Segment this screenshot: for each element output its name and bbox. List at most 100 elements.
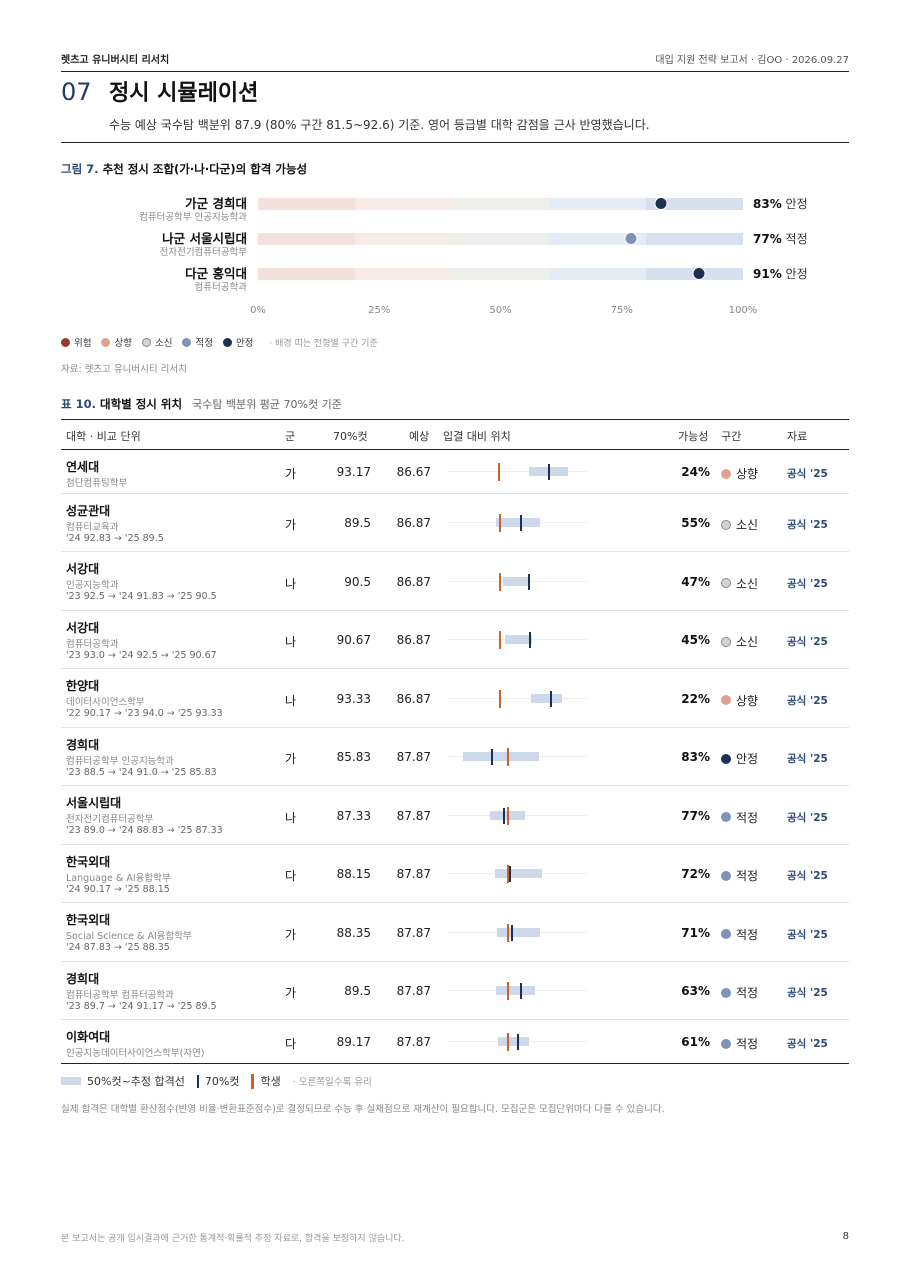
position-baseline: [447, 697, 587, 699]
axis-tick-label: 75%: [610, 305, 633, 316]
cut70-cell: 87.33: [336, 808, 371, 823]
dept-name: 인공지능학과: [66, 580, 119, 591]
cut70-marker: [491, 749, 494, 765]
chance-cell: 55%: [681, 516, 710, 530]
combo-track: [258, 267, 743, 280]
zone-cell: 적정: [721, 809, 758, 826]
cut70-cell: 90.67: [336, 633, 371, 647]
range-band: [498, 1037, 530, 1046]
chance-cell: 47%: [681, 574, 710, 589]
range-band: [531, 693, 563, 703]
table-title-text: 대학별 정시 위치: [99, 397, 183, 411]
source-cell: 공식 '25: [787, 987, 828, 999]
chance-cell: 83%: [681, 750, 710, 764]
zone-band: [258, 198, 355, 210]
combo-track: [258, 197, 743, 210]
cut70-cell: 93.17: [336, 465, 371, 479]
cut-history: '23 92.5 → '24 91.83 → '25 90.5: [66, 591, 217, 602]
legend-note: · 오른쪽일수록 유리: [292, 1077, 372, 1088]
combo-marker: [624, 232, 638, 245]
student-marker: [507, 923, 510, 942]
student-marker: [507, 748, 510, 766]
zone-dot: [721, 468, 731, 479]
chance-cell: 63%: [681, 984, 710, 998]
legend-label: 상향: [114, 338, 132, 349]
legend-item: 상향: [101, 335, 132, 349]
combo-track: [258, 232, 743, 245]
table-row: 성균관대 컴퓨터교육과 '24 92.83 → '25 89.5 가 89.5 86.87…: [61, 494, 849, 552]
range-swatch: [61, 1077, 81, 1085]
table-row: 서강대 인공지능학과 '23 92.5 → '24 91.83 → '25 90.5…: [61, 552, 849, 611]
zone-band: [646, 233, 743, 245]
zone-band: [549, 198, 646, 210]
legend-cut70-item: 70%컷: [196, 1073, 239, 1089]
header-expected: 예상: [409, 430, 430, 443]
expected-cell: 86.87: [396, 633, 431, 647]
table-row: 서울시립대 전자전기컴퓨터공학부 '23 89.0 → '24 88.83 → '2…: [61, 786, 849, 845]
zone-band: [355, 198, 452, 210]
expected-cell: 86.67: [396, 465, 431, 479]
zone-band: [258, 233, 355, 245]
legend-swatch: [141, 337, 151, 347]
expected-cell: 87.87: [396, 750, 431, 764]
group-cell: 나: [285, 635, 297, 649]
zone-dot: [721, 519, 731, 530]
legend-student-item: 학생: [251, 1073, 281, 1089]
zone-band: [549, 268, 646, 280]
cut70-cell: 93.33: [336, 691, 371, 706]
legend-label: 안정: [235, 338, 254, 349]
legend-label: 소신: [154, 338, 173, 349]
chance-cell: 77%: [681, 808, 710, 823]
table-subtitle: 국수탐 백분위 평균 70%컷 기준: [192, 398, 342, 411]
zone-cell: 소신: [721, 516, 758, 533]
zone-dot: [721, 1038, 731, 1049]
position-bar: [447, 514, 587, 532]
cut-history: '24 87.83 → '25 88.35: [66, 942, 170, 953]
univ-name: 한국외대: [66, 855, 111, 869]
zone-band: [355, 233, 452, 245]
legend-label: 위험: [74, 338, 92, 349]
student-marker: [507, 806, 510, 825]
cut-history: '24 92.83 → '25 89.5: [66, 533, 164, 544]
header-group: 군: [285, 430, 296, 443]
table-footnote: 실제 합격은 대학별 환산점수(반영 비율·변환표준점수)로 결정되므로 수능 …: [61, 1104, 665, 1115]
legend-range-item: 50%컷~추정 합격선: [61, 1073, 185, 1089]
cut70-cell: 88.35: [336, 925, 371, 940]
source-cell: 공식 '25: [787, 468, 828, 480]
source-cell: 공식 '25: [787, 870, 828, 882]
cut-history: '23 89.7 → '24 91.17 → '25 89.5: [66, 1001, 217, 1012]
student-marker: [499, 572, 502, 591]
combo-zone: 적정: [781, 232, 808, 246]
section-number: 07: [61, 78, 92, 106]
zone-dot: [721, 636, 731, 647]
source-cell: 공식 '25: [787, 694, 828, 707]
header-source: 자료: [787, 430, 808, 443]
zone-label: 소신: [736, 635, 759, 649]
section-heading: 07 정시 시뮬레이션: [61, 75, 258, 107]
combo-pct: 83%: [753, 197, 782, 211]
table-title: 표 10. 대학별 정시 위치 국수탐 백분위 평균 70%컷 기준: [61, 396, 342, 412]
range-band: [503, 576, 529, 586]
student-marker: [507, 982, 510, 1000]
legend-item: 위험: [61, 335, 91, 349]
combo-result: 91% 안정: [753, 265, 808, 282]
student-marker: [507, 865, 510, 883]
legend-label: 적정: [195, 338, 213, 349]
zone-dot: [721, 929, 731, 939]
figure-title: 그림 7. 추천 정시 조합(가·나·다군)의 합격 가능성: [61, 161, 307, 177]
source-cell: 공식 '25: [787, 928, 828, 941]
student-marker: [499, 689, 502, 708]
group-cell: 가: [285, 467, 297, 481]
cut70-cell: 85.83: [336, 750, 371, 764]
range-band: [505, 635, 532, 644]
table-legend: 50%컷~추정 합격선 70%컷 학생 · 오른쪽일수록 유리: [61, 1073, 372, 1089]
group-cell: 가: [285, 518, 297, 532]
legend-swatch: [182, 337, 192, 347]
univ-name: 한양대: [66, 679, 100, 693]
dept-name: 전자전기컴퓨터공학부: [66, 814, 154, 825]
source-cell: 공식 '25: [787, 811, 828, 824]
dept-name: 인공지능데이터사이언스학부(자연): [66, 1048, 205, 1059]
report-meta: 대입 지원 전략 보고서 · 김OO · 2026.09.27: [655, 55, 849, 66]
position-bar: [447, 748, 587, 766]
combo-unit: 컴퓨터공학부 인공지능학과: [139, 212, 247, 223]
